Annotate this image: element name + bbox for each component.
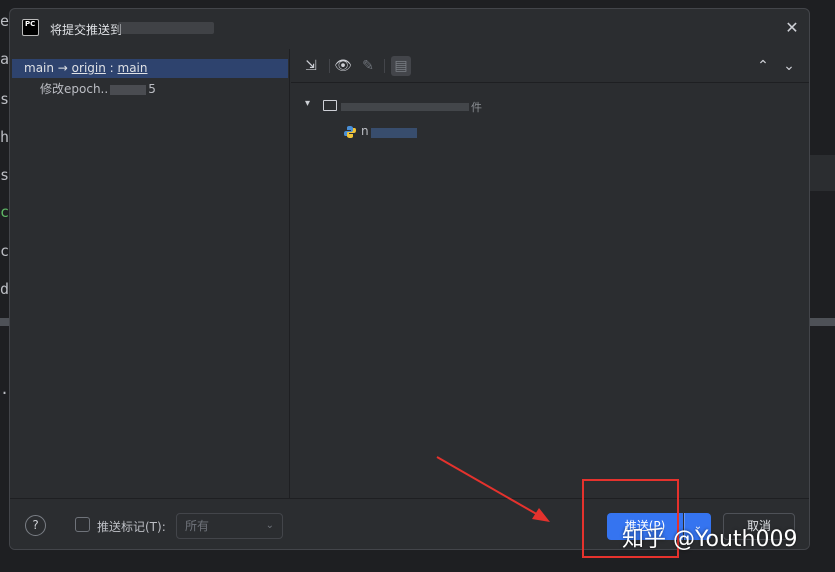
watermark: 知乎 @Youth009 xyxy=(622,527,798,552)
annotation-arrow xyxy=(436,456,550,522)
